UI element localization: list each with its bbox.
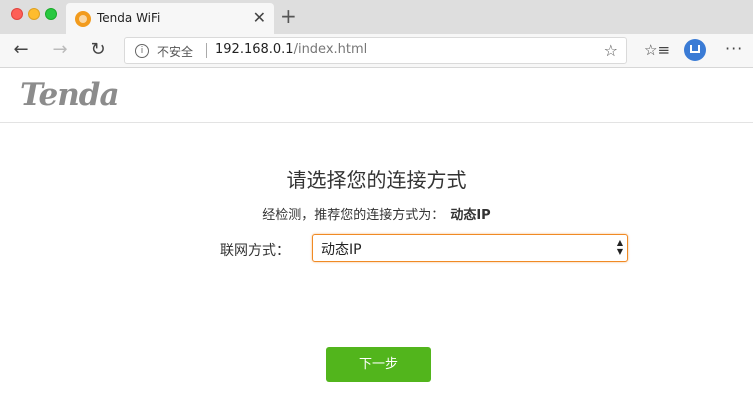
info-icon[interactable]: i: [135, 44, 149, 58]
window-close-button[interactable]: [11, 8, 23, 20]
tenda-favicon-icon: [75, 11, 91, 27]
next-button[interactable]: 下一步: [326, 347, 431, 382]
forward-arrow-icon[interactable]: →: [48, 38, 72, 62]
back-arrow-icon[interactable]: ←: [9, 38, 33, 62]
browser-toolbar: ← → ↻ i 不安全 192.168.0.1/index.html ☆ ☆≡ …: [0, 34, 753, 68]
page-header: Tenda: [0, 68, 753, 123]
window-titlebar: Tenda WiFi ✕ +: [0, 0, 753, 34]
address-bar[interactable]: i 不安全 192.168.0.1/index.html ☆: [124, 37, 627, 64]
connection-type-label: 联网方式：: [220, 243, 290, 259]
router-setup-page: Tenda 请选择您的连接方式 经检测，推荐您的连接方式为： 动态IP 联网方式：…: [0, 68, 753, 400]
security-label: 不安全: [157, 45, 194, 59]
url-path: /index.html: [293, 42, 368, 57]
url-host: 192.168.0.1: [215, 42, 294, 57]
favorites-icon[interactable]: ☆≡: [644, 41, 670, 59]
recommendation-text: 经检测，推荐您的连接方式为： 动态IP: [0, 204, 753, 223]
tenda-logo: Tenda: [20, 77, 120, 113]
address-separator: [206, 43, 207, 58]
reload-icon[interactable]: ↻: [86, 38, 110, 62]
window-minimize-button[interactable]: [28, 8, 40, 20]
window-maximize-button[interactable]: [45, 8, 57, 20]
profile-icon[interactable]: [684, 39, 706, 61]
more-menu-icon[interactable]: ···: [725, 39, 743, 58]
new-tab-icon[interactable]: +: [280, 5, 297, 27]
tab-close-icon[interactable]: ✕: [253, 8, 266, 28]
browser-tab[interactable]: Tenda WiFi ✕: [66, 3, 274, 34]
url-text[interactable]: 192.168.0.1/index.html: [215, 42, 367, 57]
star-icon[interactable]: ☆: [604, 41, 618, 60]
recommendation-label: 经检测，推荐您的连接方式为：: [262, 208, 445, 223]
connection-type-select[interactable]: 动态IP ▲ ▼: [312, 234, 628, 262]
recommendation-value: 动态IP: [450, 208, 491, 223]
page-title: 请选择您的连接方式: [286, 168, 467, 192]
select-arrows-icon: ▲ ▼: [616, 238, 623, 256]
tab-title: Tenda WiFi: [97, 11, 161, 25]
connection-type-value: 动态IP: [321, 242, 362, 258]
